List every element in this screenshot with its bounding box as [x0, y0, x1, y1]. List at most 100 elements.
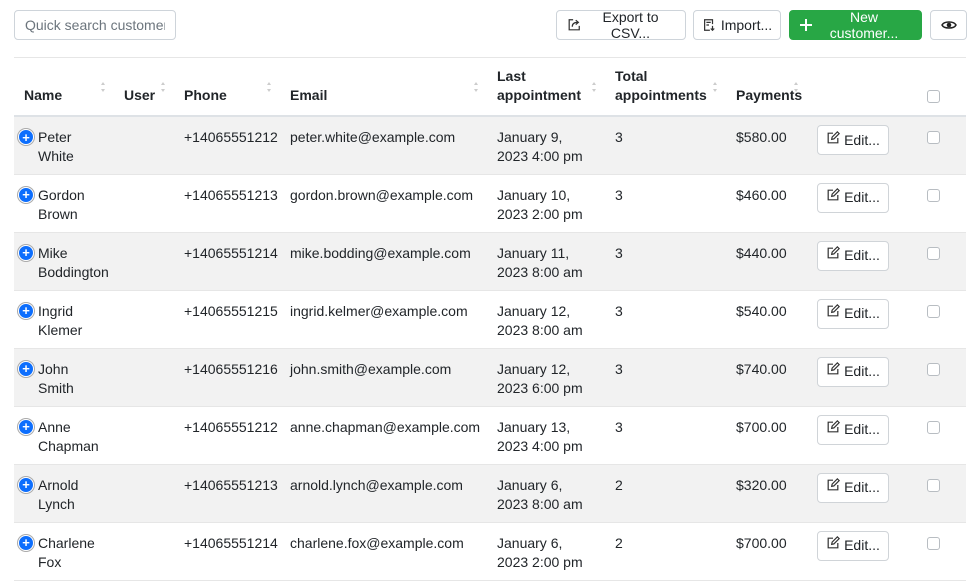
new-customer-button[interactable]: New customer...: [789, 9, 922, 41]
edit-button[interactable]: Edit...: [817, 356, 889, 387]
cell-phone: +14065551214: [174, 232, 280, 291]
cell-select: [917, 232, 966, 291]
row-checkbox[interactable]: [927, 362, 940, 376]
table-row: + Anne Chapman +14065551212 anne.chapman@ex…: [14, 406, 966, 465]
cell-payments: $580.00: [726, 116, 807, 175]
cell-email: arnold.lynch@example.com: [280, 464, 487, 523]
export-icon: [567, 18, 581, 32]
cell-actions: Edit...: [807, 232, 917, 291]
cell-last-appointment: January 12, 2023 6:00 pm: [487, 348, 605, 407]
cell-email: gordon.brown@example.com: [280, 174, 487, 233]
edit-icon: [826, 362, 841, 381]
edit-icon: [826, 536, 841, 555]
cell-email: ingrid.kelmer@example.com: [280, 290, 487, 349]
cell-phone: +14065551214: [174, 522, 280, 581]
cell-total-appointments: 3: [605, 348, 726, 407]
import-label: Import...: [720, 17, 773, 33]
sort-icon: [267, 82, 271, 92]
expand-row-icon[interactable]: +: [18, 534, 34, 551]
cell-user: [114, 406, 174, 465]
cell-phone: +14065551212: [174, 116, 280, 175]
cell-total-appointments: 2: [605, 464, 726, 523]
expand-row-icon[interactable]: +: [18, 186, 34, 203]
cell-user: [114, 522, 174, 581]
cell-total-appointments: 2: [605, 522, 726, 581]
table-header-row: Name User Phone Email Last appointment T…: [14, 58, 966, 117]
table-body: + Peter White +14065551212 peter.white@exam…: [14, 116, 966, 581]
edit-icon: [826, 246, 841, 265]
edit-button[interactable]: Edit...: [817, 298, 889, 329]
column-header-phone[interactable]: Phone: [174, 58, 280, 117]
column-visibility-button[interactable]: [930, 10, 967, 40]
cell-name: + Mike Boddington: [14, 232, 114, 291]
cell-user: [114, 232, 174, 291]
table-row: + Arnold Lynch +14065551213 arnold.lynch@ex…: [14, 464, 966, 523]
cell-total-appointments: 3: [605, 290, 726, 349]
table-row: + Charlene Fox +14065551214 charlene.fox@ex…: [14, 522, 966, 581]
expand-row-icon[interactable]: +: [18, 360, 34, 377]
cell-phone: +14065551215: [174, 290, 280, 349]
expand-row-icon[interactable]: +: [18, 244, 34, 261]
edit-icon: [826, 188, 841, 207]
row-checkbox[interactable]: [927, 304, 940, 318]
cell-email: charlene.fox@example.com: [280, 522, 487, 581]
edit-button[interactable]: Edit...: [817, 182, 889, 213]
cell-last-appointment: January 6, 2023 8:00 am: [487, 464, 605, 523]
expand-row-icon[interactable]: +: [18, 418, 34, 435]
column-header-email[interactable]: Email: [280, 58, 487, 117]
import-button[interactable]: Import...: [693, 10, 781, 40]
column-header-user[interactable]: User: [114, 58, 174, 117]
cell-last-appointment: January 10, 2023 2:00 pm: [487, 174, 605, 233]
edit-button[interactable]: Edit...: [817, 240, 889, 271]
cell-email: peter.white@example.com: [280, 116, 487, 175]
row-checkbox[interactable]: [927, 246, 940, 260]
table-row: + Ingrid Klemer +14065551215 ingrid.kelmer@…: [14, 290, 966, 349]
sort-icon: [101, 82, 105, 92]
column-header-payments[interactable]: Payments: [726, 58, 807, 117]
row-checkbox[interactable]: [927, 188, 940, 202]
cell-name: + Gordon Brown: [14, 174, 114, 233]
row-checkbox[interactable]: [927, 131, 940, 144]
sort-icon: [474, 82, 478, 92]
cell-select: [917, 464, 966, 523]
select-all-checkbox[interactable]: [927, 90, 940, 103]
export-csv-button[interactable]: Export to CSV...: [556, 9, 686, 41]
cell-name: + John Smith: [14, 348, 114, 407]
row-checkbox[interactable]: [927, 420, 940, 434]
export-label: Export to CSV...: [602, 9, 659, 41]
cell-actions: Edit...: [807, 348, 917, 407]
cell-select: [917, 174, 966, 233]
edit-button[interactable]: Edit...: [817, 472, 889, 503]
row-checkbox[interactable]: [927, 536, 940, 550]
cell-email: john.smith@example.com: [280, 348, 487, 407]
cell-total-appointments: 3: [605, 116, 726, 175]
cell-actions: Edit...: [807, 290, 917, 349]
column-header-last-appointment[interactable]: Last appointment: [487, 58, 605, 117]
edit-button[interactable]: Edit...: [817, 414, 889, 445]
eye-icon: [940, 19, 957, 31]
edit-button[interactable]: Edit...: [817, 125, 889, 155]
cell-email: mike.bodding@example.com: [280, 232, 487, 291]
cell-phone: +14065551216: [174, 348, 280, 407]
quick-search-input[interactable]: [14, 10, 176, 40]
expand-row-icon[interactable]: +: [18, 476, 34, 493]
cell-actions: Edit...: [807, 522, 917, 581]
cell-user: [114, 464, 174, 523]
import-icon: [702, 18, 716, 32]
sort-icon: [161, 82, 165, 92]
edit-icon: [826, 478, 841, 497]
cell-email: anne.chapman@example.com: [280, 406, 487, 465]
row-checkbox[interactable]: [927, 478, 940, 492]
edit-button[interactable]: Edit...: [817, 530, 889, 561]
expand-row-icon[interactable]: +: [18, 129, 34, 145]
column-header-total-appointments[interactable]: Total appointments: [605, 58, 726, 117]
sort-icon: [592, 82, 596, 92]
cell-payments: $320.00: [726, 464, 807, 523]
cell-last-appointment: January 11, 2023 8:00 am: [487, 232, 605, 291]
column-header-name[interactable]: Name: [14, 58, 114, 117]
cell-payments: $700.00: [726, 522, 807, 581]
table-row: + Peter White +14065551212 peter.white@exam…: [14, 116, 966, 175]
edit-icon: [826, 130, 841, 150]
cell-user: [114, 290, 174, 349]
expand-row-icon[interactable]: +: [18, 302, 34, 319]
